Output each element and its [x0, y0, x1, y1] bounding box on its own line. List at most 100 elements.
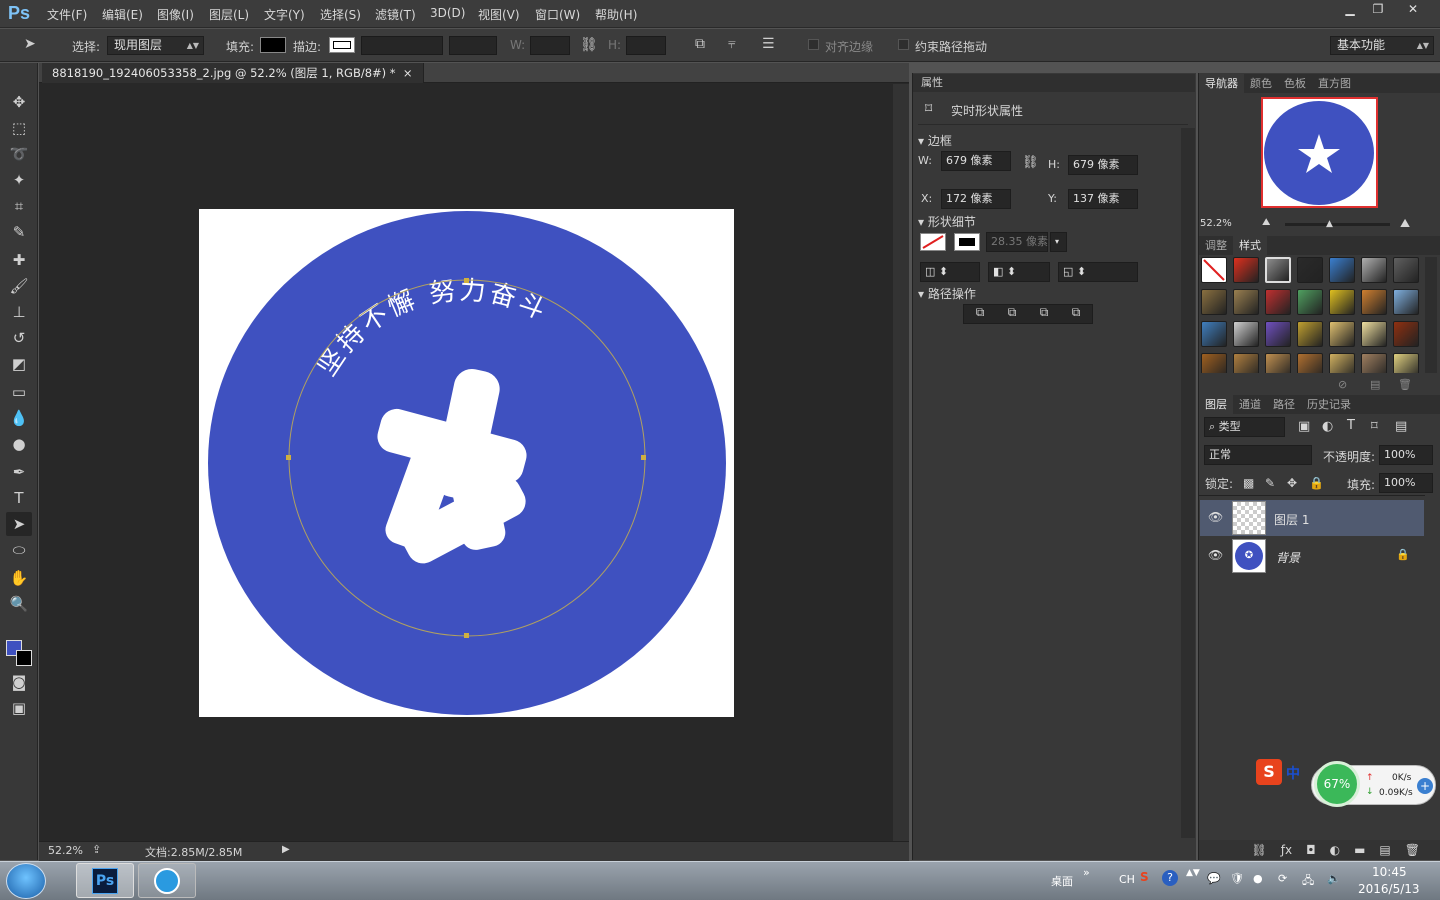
toolbar-expand-icon[interactable]: » [1083, 866, 1090, 879]
menu-view[interactable]: 视图(V) [478, 6, 520, 23]
taskbar-photoshop-button[interactable]: Ps [76, 863, 134, 898]
history-brush-tool-icon[interactable]: ↺ [6, 326, 32, 350]
style-swatch[interactable] [1361, 289, 1387, 315]
style-swatch[interactable] [1297, 353, 1323, 373]
stroke-type-dropdown[interactable] [449, 36, 497, 55]
stroke-width-dropdown[interactable]: ▾ [1050, 232, 1067, 252]
trash-icon[interactable]: 🗑 [1405, 840, 1420, 860]
stroke-color-swatch[interactable] [954, 233, 980, 251]
stroke-width-field[interactable]: 28.35 像素 [986, 232, 1048, 252]
sogou-tray-icon[interactable]: S [1140, 870, 1149, 884]
gradient-tool-icon[interactable]: ▭ [6, 380, 32, 404]
style-swatch[interactable] [1361, 353, 1387, 373]
path-ops-toggle[interactable]: ▾ 路径操作 [918, 285, 976, 302]
select-dropdown[interactable]: 现用图层 ▲▼ [107, 36, 204, 55]
filter-adjustment-icon[interactable]: ◐ [1322, 419, 1333, 434]
stroke-corner-dropdown[interactable]: ◱ ⬍ [1058, 262, 1138, 282]
hand-tool-icon[interactable]: ✋ [6, 566, 32, 590]
document-tab[interactable]: 8818190_192406053358_2.jpg @ 52.2% (图层 1… [42, 63, 424, 83]
pen-tool-icon[interactable]: ✒ [6, 460, 32, 484]
menu-select[interactable]: 选择(S) [320, 6, 361, 23]
sync-tray-icon[interactable]: ⟳ [1278, 872, 1287, 885]
menu-file[interactable]: 文件(F) [47, 6, 87, 23]
style-swatch[interactable] [1201, 289, 1227, 315]
blend-mode-dropdown[interactable]: 正常 [1204, 445, 1312, 465]
dodge-tool-icon[interactable]: ● [6, 432, 32, 456]
style-swatch[interactable] [1393, 289, 1419, 315]
tab-history[interactable]: 历史记录 [1301, 395, 1357, 414]
properties-tab[interactable]: 属性 [913, 74, 1195, 92]
menu-help[interactable]: 帮助(H) [595, 6, 637, 23]
navigator-preview[interactable] [1261, 97, 1378, 208]
tab-navigator[interactable]: 导航器 [1199, 74, 1244, 93]
new-layer-icon[interactable]: ▤ [1379, 840, 1390, 860]
style-swatch[interactable] [1201, 321, 1227, 347]
style-swatch[interactable] [1265, 353, 1291, 373]
slider-handle[interactable]: ▲ [1326, 219, 1333, 229]
menu-3d[interactable]: 3D(D) [430, 6, 465, 20]
shape-width-field[interactable]: 679 像素 [941, 151, 1011, 171]
layer-row[interactable]: 👁 图层 1 [1200, 500, 1424, 536]
magic-wand-tool-icon[interactable]: ✦ [6, 168, 32, 192]
style-swatch[interactable] [1329, 289, 1355, 315]
close-button[interactable]: ✕ [1396, 0, 1430, 18]
menu-type[interactable]: 文字(Y) [264, 6, 305, 23]
tab-swatches[interactable]: 色板 [1278, 74, 1312, 93]
style-swatch[interactable] [1265, 257, 1291, 283]
menu-filter[interactable]: 滤镜(T) [375, 6, 416, 23]
h-input[interactable] [626, 36, 666, 55]
app-tray-icon[interactable]: ● [1253, 872, 1263, 885]
align-edges-checkbox[interactable] [808, 39, 819, 50]
fill-field[interactable]: 100% [1379, 473, 1433, 493]
menu-image[interactable]: 图像(I) [157, 6, 194, 23]
combine-shapes-icon[interactable]: ⧉ [964, 305, 996, 323]
path-arrangement-icon[interactable]: ☰ [762, 36, 775, 52]
link-layers-icon[interactable]: ⛓ [1252, 840, 1267, 860]
style-swatch[interactable] [1329, 353, 1355, 373]
exclude-shape-icon[interactable]: ⧉ [1060, 305, 1092, 323]
style-swatch[interactable] [1201, 257, 1227, 283]
delete-style-icon[interactable]: 🗑 [1398, 378, 1412, 391]
background-color-swatch[interactable] [16, 650, 32, 666]
healing-brush-tool-icon[interactable]: ✚ [6, 248, 32, 272]
tab-paths[interactable]: 路径 [1267, 395, 1301, 414]
lock-paint-icon[interactable]: ✎ [1265, 476, 1275, 490]
tab-styles[interactable]: 样式 [1233, 236, 1267, 255]
clock-time[interactable]: 10:45 [1372, 865, 1407, 879]
add-mask-icon[interactable]: ◘ [1306, 840, 1316, 860]
fx-icon[interactable]: ƒx [1281, 840, 1292, 860]
clone-stamp-tool-icon[interactable]: ⊥ [6, 300, 32, 324]
shape-x-field[interactable]: 172 像素 [941, 189, 1011, 209]
language-indicator[interactable]: CH [1119, 873, 1135, 886]
anchor-point[interactable] [286, 455, 291, 460]
taskbar-browser-button[interactable] [138, 863, 196, 898]
stroke-cap-dropdown[interactable]: ◧ ⬍ [988, 262, 1050, 282]
layer-name[interactable]: 图层 1 [1274, 511, 1309, 528]
zoom-level[interactable]: 52.2% [48, 844, 83, 857]
help-icon[interactable]: ? [1162, 870, 1178, 886]
properties-scrollbar[interactable] [1181, 128, 1195, 838]
path-alignment-icon[interactable]: ⫧ [728, 36, 736, 52]
export-icon[interactable]: ⇪ [92, 843, 101, 856]
layer-filter-dropdown[interactable]: ⌕ 类型 [1204, 417, 1285, 437]
anchor-point[interactable] [464, 278, 469, 283]
subtract-shape-icon[interactable]: ⧉ [996, 305, 1028, 323]
style-swatch[interactable] [1297, 321, 1323, 347]
style-swatch[interactable] [1233, 321, 1259, 347]
constrain-path-checkbox[interactable] [898, 39, 909, 50]
opacity-field[interactable]: 100% [1379, 445, 1433, 465]
clock-date[interactable]: 2016/5/13 [1358, 882, 1420, 896]
fill-swatch[interactable] [260, 37, 286, 53]
tab-color[interactable]: 颜色 [1244, 74, 1278, 93]
brush-tool-icon[interactable]: 🖌 [6, 274, 32, 298]
network-widget[interactable]: S 中 67% ↑ ↓ 0K/s 0.09K/s + [1256, 757, 1438, 807]
sogou-icon[interactable]: S [1256, 759, 1282, 785]
stroke-swatch[interactable] [329, 37, 355, 53]
stroke-align-dropdown[interactable]: ◫ ⬍ [920, 262, 980, 282]
visibility-eye-icon[interactable]: 👁 [1208, 510, 1223, 524]
intersect-shape-icon[interactable]: ⧉ [1028, 305, 1060, 323]
menu-layer[interactable]: 图层(L) [209, 6, 249, 23]
type-tool-icon[interactable]: T [6, 486, 32, 510]
start-button[interactable] [6, 863, 46, 899]
zoom-in-icon[interactable]: ⛰ [1400, 216, 1410, 231]
